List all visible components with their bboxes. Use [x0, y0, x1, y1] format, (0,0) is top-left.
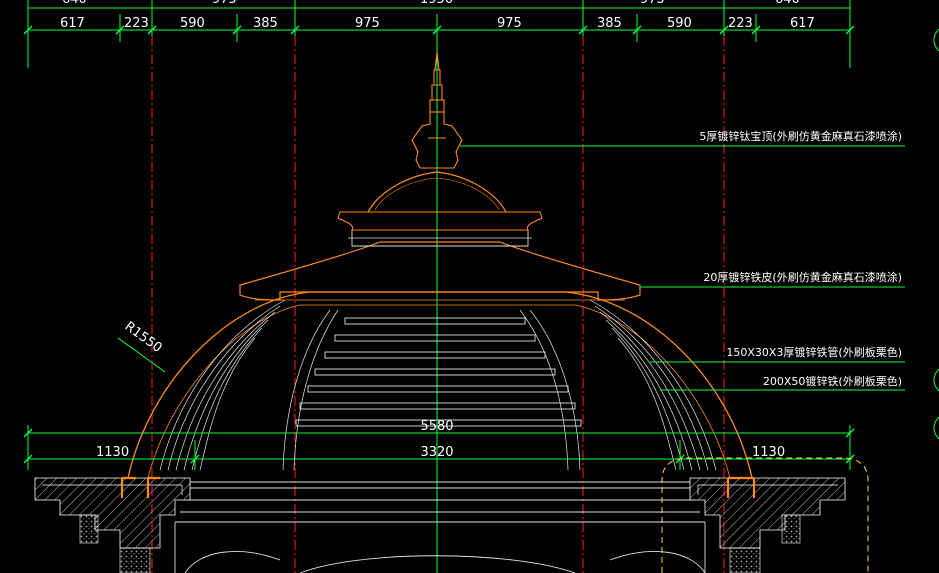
note-finial: 5厚镀锌钛宝顶(外刷仿黄金麻真石漆喷涂) — [699, 129, 902, 143]
dim-label-top-partial: 640 — [775, 0, 800, 7]
dome — [127, 51, 753, 479]
note-bar: 200X50镀锌铁(外刷板栗色) — [763, 374, 902, 388]
dim-label-590-left: 590 — [180, 16, 205, 31]
top-partial-labels: 640 975 1950 975 640 — [62, 0, 800, 7]
dim-label-617-left: 617 — [60, 16, 85, 31]
dim-label-top-partial: 640 — [62, 0, 87, 7]
dim-label-385-right: 385 — [597, 16, 622, 31]
lower-eave — [239, 241, 641, 301]
annotation-labels: 5厚镀锌钛宝顶(外刷仿黄金麻真石漆喷涂) 20厚镀锌铁皮(外刷仿黄金麻真石漆喷涂… — [699, 129, 902, 388]
cad-drawing-canvas[interactable]: 640 975 1950 975 640 617 223 590 385 975… — [0, 0, 939, 573]
dim-label-top-partial: 1950 — [420, 0, 453, 7]
dim-label-617-right: 617 — [790, 16, 815, 31]
dim-label-590-right: 590 — [667, 16, 692, 31]
note-sheet: 20厚镀锌铁皮(外刷仿黄金麻真石漆喷涂) — [703, 270, 902, 284]
axis-lines — [151, 36, 725, 573]
dim-label-975-right: 975 — [497, 16, 522, 31]
radius-label: R1550 — [122, 319, 165, 356]
dim-label-left-offset: 1130 — [96, 445, 129, 460]
dim-label-385-left: 385 — [253, 16, 278, 31]
dim-label-223-right: 223 — [728, 16, 753, 31]
dim-label-top-partial: 975 — [640, 0, 665, 7]
dim-label-inner: 3320 — [420, 445, 453, 460]
louver-slats — [295, 317, 582, 427]
dim-label-975-left: 975 — [355, 16, 380, 31]
dim-label-top-partial: 975 — [212, 0, 237, 7]
dim-label-223-left: 223 — [124, 16, 149, 31]
dim-label-overall: 5580 — [420, 419, 453, 434]
edge-markers — [933, 28, 939, 440]
top-dimension-chain — [27, 0, 851, 68]
note-tube: 150X30X3厚镀锌铁管(外刷板栗色) — [726, 345, 902, 359]
